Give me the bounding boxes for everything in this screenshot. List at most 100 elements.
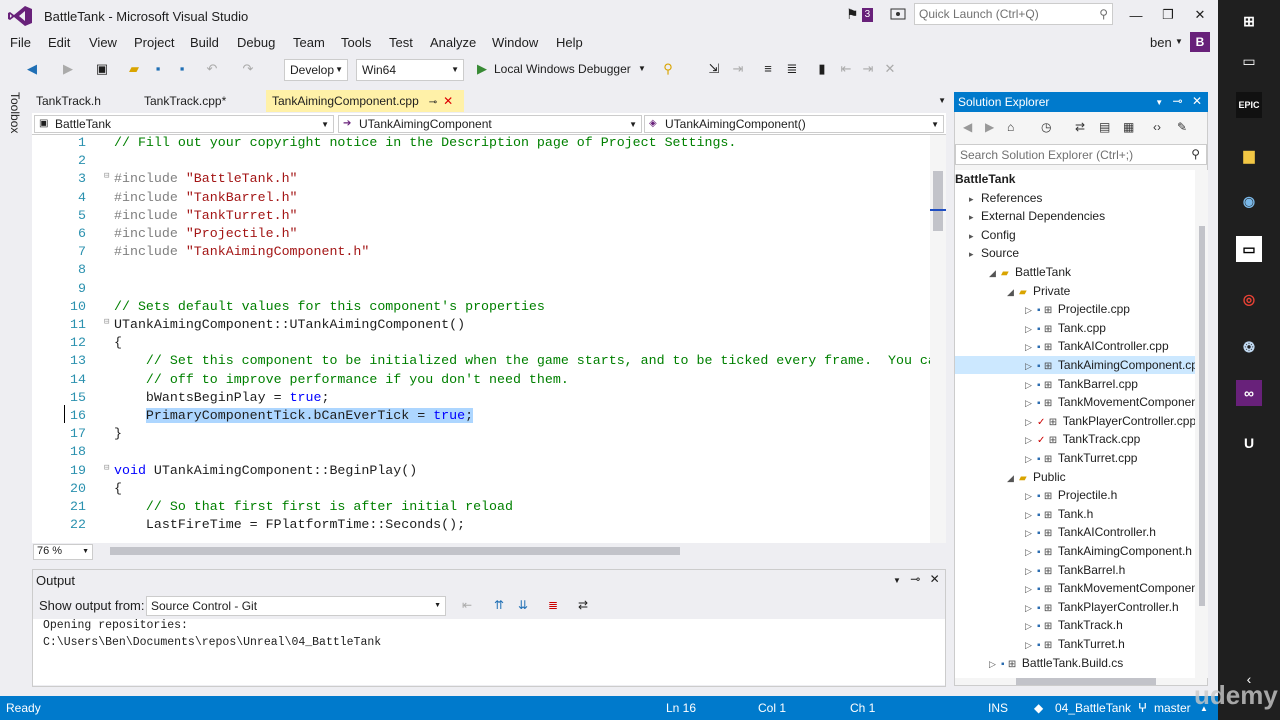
code-line[interactable]: 5 #include "TankTurret.h" — [32, 208, 932, 226]
tree-item[interactable]: ▸ External Dependencies — [955, 207, 1195, 225]
start-debugger-button[interactable]: Local Windows Debugger — [494, 62, 631, 76]
oculus-icon[interactable]: ▭ — [1236, 236, 1262, 262]
menu-build[interactable]: Build — [190, 35, 219, 50]
open-folder-icon[interactable]: ▰ — [126, 61, 142, 77]
code-line[interactable]: 7 #include "TankAimingComponent.h" — [32, 244, 932, 262]
expand-icon[interactable]: ▷ — [1025, 417, 1037, 428]
member-select[interactable]: ◈ UTankAimingComponent() ▼ — [644, 115, 944, 133]
next-bookmark-icon[interactable]: ⇥ — [860, 61, 876, 77]
app-icon[interactable]: ❂ — [1236, 334, 1262, 360]
quick-launch-input[interactable]: Quick Launch (Ctrl+Q) ⚲ — [914, 3, 1113, 25]
step-over-icon[interactable]: ⇥ — [730, 61, 746, 77]
tree-item[interactable]: ▷ ▪ ⊞ TankTurret.h — [955, 635, 1195, 653]
menu-analyze[interactable]: Analyze — [430, 35, 476, 50]
forward-icon[interactable]: ▶ — [985, 120, 994, 134]
expand-icon[interactable]: ▷ — [1025, 380, 1037, 391]
tree-item[interactable]: ▷ ▪ ⊞ BattleTank.Build.cs — [955, 654, 1195, 672]
code-line[interactable]: 3 ⊟ #include "BattleTank.h" — [32, 171, 932, 189]
expand-icon[interactable]: ▷ — [1025, 547, 1037, 558]
chrome-icon[interactable]: ◎ — [1236, 286, 1262, 312]
expand-icon[interactable]: ▷ — [1025, 621, 1037, 632]
chevron-down-icon[interactable]: ▼ — [893, 576, 901, 585]
unreal-engine-icon[interactable]: U — [1236, 430, 1262, 456]
expand-icon[interactable]: ▷ — [1025, 342, 1037, 353]
pin-icon[interactable]: ⊸ — [429, 97, 437, 108]
tree-item[interactable]: ▷ ▪ ⊞ TankTrack.h — [955, 616, 1195, 634]
code-line[interactable]: 11 ⊟ UTankAimingComponent::UTankAimingComp… — [32, 317, 932, 335]
chevron-down-icon[interactable]: ▼ — [1175, 37, 1183, 46]
tree-item[interactable]: ▷ ✓ ⊞ TankTrack.cpp — [955, 430, 1195, 448]
expand-icon[interactable]: ▷ — [1025, 454, 1037, 465]
windows-start-icon[interactable]: ⊞ — [1236, 8, 1262, 34]
tree-item[interactable]: ▷ ▪ ⊞ TankAIController.cpp — [955, 337, 1195, 355]
menu-test[interactable]: Test — [389, 35, 413, 50]
tree-item[interactable]: ▷ ▪ ⊞ TankBarrel.h — [955, 561, 1195, 579]
tree-hscrollbar[interactable] — [1016, 678, 1156, 685]
tree-item[interactable]: ▷ ▪ ⊞ TankTurret.cpp — [955, 449, 1195, 467]
tree-item[interactable]: ▷▪ ⊞ TankMovementComponent.cpp — [955, 393, 1195, 411]
tree-item[interactable]: ▷ ▪ ⊞ TankBarrel.cpp — [955, 375, 1195, 393]
menu-debug[interactable]: Debug — [237, 35, 275, 50]
expand-icon[interactable]: ▷ — [1025, 435, 1037, 446]
code-line[interactable]: 6 #include "Projectile.h" — [32, 226, 932, 244]
pending-changes-icon[interactable]: ◷ — [1041, 120, 1051, 134]
chevron-down-icon[interactable]: ▼ — [938, 96, 946, 105]
tree-item[interactable]: ▷ ✓ ⊞ TankPlayerController.cpp — [955, 412, 1195, 430]
menu-window[interactable]: Window — [492, 35, 538, 50]
tab-tankaimingcomponent-cpp[interactable]: TankAimingComponent.cpp ⊸ ✕ — [266, 90, 464, 112]
tree-item[interactable]: ◢ ▰ Private — [955, 282, 1195, 300]
tab-tanktrack-h[interactable]: TankTrack.h — [30, 90, 107, 112]
expand-icon[interactable]: ▷ — [1025, 324, 1037, 335]
visual-studio-taskbar-icon[interactable]: ∞ — [1236, 380, 1262, 406]
expand-icon[interactable]: ▷ — [1025, 491, 1037, 502]
status-repo[interactable]: 04_BattleTank — [1055, 701, 1131, 715]
notifications[interactable]: ⚑ 3 — [846, 6, 874, 23]
epic-games-icon[interactable]: EPIC — [1236, 92, 1262, 118]
user-name[interactable]: ben — [1150, 35, 1172, 50]
find-icon[interactable]: ⚲ — [660, 61, 676, 77]
expand-icon[interactable]: ▷ — [1025, 305, 1037, 316]
collapse-all-icon[interactable]: ▤ — [1099, 120, 1110, 134]
tree-scrollbar[interactable] — [1196, 170, 1208, 678]
expand-icon[interactable]: ▷ — [1025, 584, 1037, 595]
code-line[interactable]: 1 // Fill out your copyright notice in th… — [32, 135, 932, 153]
code-line[interactable]: 2 — [32, 153, 932, 171]
expand-icon[interactable]: ▷ — [1025, 398, 1037, 409]
chevron-down-icon[interactable]: ▼ — [1155, 98, 1163, 107]
new-project-icon[interactable]: ▣ — [94, 61, 110, 77]
expand-icon[interactable]: ▸ — [969, 249, 981, 260]
avatar[interactable]: B — [1190, 32, 1210, 52]
close-icon[interactable]: ✕ — [443, 94, 453, 108]
next-message-icon[interactable]: ⇊ — [518, 598, 528, 612]
back-icon[interactable]: ◀ — [963, 120, 972, 134]
pin-icon[interactable]: ⊸ — [910, 572, 920, 586]
expand-icon[interactable]: ▸ — [969, 212, 981, 223]
collapse-icon[interactable]: ⊟ — [104, 171, 109, 181]
menu-view[interactable]: View — [89, 35, 117, 50]
expand-icon[interactable]: ▷ — [1025, 528, 1037, 539]
code-editor[interactable]: 1 // Fill out your copyright notice in th… — [32, 135, 946, 543]
tree-item[interactable]: BattleTank — [955, 170, 1195, 188]
expand-icon[interactable]: ▷ — [989, 659, 1001, 670]
code-line[interactable]: 15 bWantsBeginPlay = true; — [32, 390, 932, 408]
vertical-scrollbar[interactable] — [930, 135, 946, 543]
close-icon[interactable]: ✕ — [1192, 94, 1202, 108]
expand-icon[interactable]: ▸ — [969, 194, 981, 205]
expand-icon[interactable]: ▸ — [969, 231, 981, 242]
horizontal-scrollbar[interactable] — [110, 547, 680, 555]
menu-project[interactable]: Project — [134, 35, 174, 50]
tree-item[interactable]: ▷ ▪ ⊞ Tank.h — [955, 505, 1195, 523]
tree-item[interactable]: ▸ Config — [955, 226, 1195, 244]
pin-icon[interactable]: ⊸ — [1173, 94, 1183, 108]
tree-item[interactable]: ▸ References — [955, 189, 1195, 207]
code-line[interactable]: 14 // off to improve performance if you … — [32, 372, 932, 390]
file-explorer-icon[interactable]: ▆ — [1236, 142, 1262, 168]
find-message-icon[interactable]: ⇤ — [462, 598, 472, 612]
tab-tanktrack-cpp[interactable]: TankTrack.cpp* — [138, 90, 232, 112]
restore-button[interactable]: ❐ — [1152, 0, 1184, 30]
chevron-down-icon[interactable]: ▼ — [634, 61, 650, 77]
prev-message-icon[interactable]: ⇈ — [494, 598, 504, 612]
expand-icon[interactable]: ▷ — [1025, 640, 1037, 651]
step-icon[interactable]: ⇲ — [706, 61, 722, 77]
home-icon[interactable]: ⌂ — [1007, 120, 1014, 134]
